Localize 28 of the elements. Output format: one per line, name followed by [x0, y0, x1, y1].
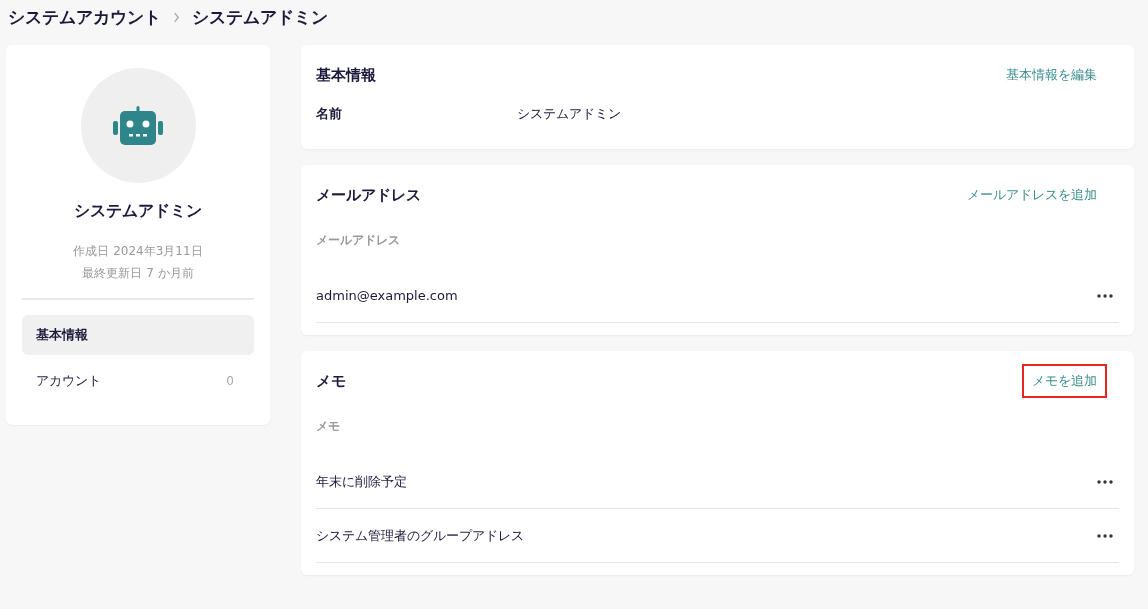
list-item-text: システム管理者のグループアドレス — [316, 526, 524, 545]
nav-item[interactable]: アカウント 0 — [22, 361, 254, 401]
more-icon[interactable] — [1097, 293, 1113, 298]
updated-date: 最終更新日 7 か月前 — [82, 265, 194, 282]
list-item-text: admin@example.com — [316, 288, 458, 303]
nav-label: 基本情報 — [36, 326, 88, 344]
field-label: 名前 — [316, 105, 343, 123]
nav-label: アカウント — [36, 372, 101, 390]
more-icon[interactable] — [1097, 533, 1113, 538]
add-link[interactable]: メールアドレスを追加 — [957, 178, 1107, 212]
card-title: 基本情報 — [316, 65, 376, 85]
column-header: メモ — [316, 417, 341, 435]
column-header: メールアドレス — [316, 231, 401, 249]
robot-icon — [113, 105, 163, 146]
card-title: メールアドレス — [316, 185, 421, 205]
add-link[interactable]: メモを追加 — [1022, 364, 1107, 398]
breadcrumb-current: システムアドミン — [192, 5, 328, 29]
profile-name: システムアドミン — [74, 201, 202, 222]
created-date: 作成日 2024年3月11日 — [73, 243, 203, 260]
more-icon[interactable] — [1097, 479, 1113, 484]
card-title: メモ — [316, 371, 346, 391]
nav-count: 0 — [226, 374, 234, 388]
chevron-right-icon — [173, 11, 180, 23]
breadcrumb-link[interactable]: システムアカウント — [8, 5, 161, 29]
field-value: システムアドミン — [517, 105, 621, 123]
list-item-text: 年末に削除予定 — [316, 472, 407, 491]
edit-link[interactable]: 基本情報を編集 — [996, 58, 1107, 92]
nav-item[interactable]: 基本情報 — [22, 315, 254, 355]
